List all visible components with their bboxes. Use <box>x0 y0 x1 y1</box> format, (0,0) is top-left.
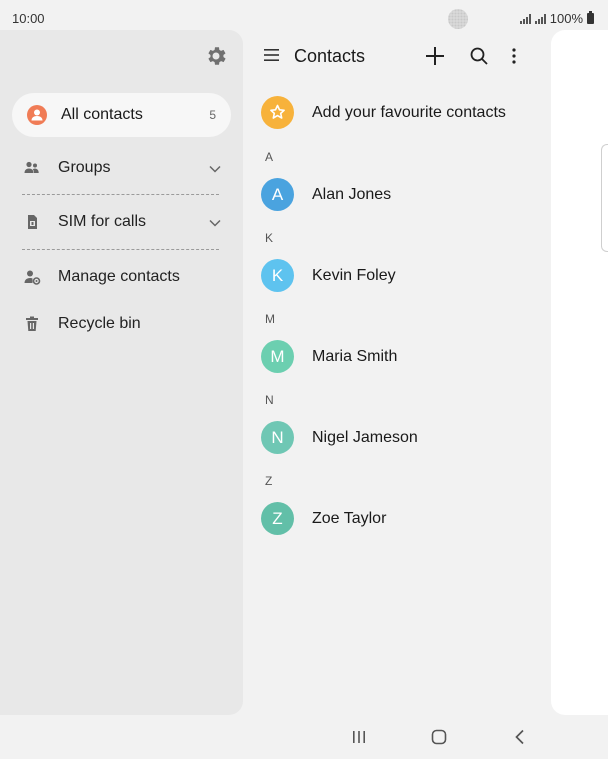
add-icon[interactable] <box>423 44 447 68</box>
signal-icon <box>519 13 531 24</box>
divider <box>22 194 219 195</box>
person-icon <box>27 105 47 125</box>
contact-name: Nigel Jameson <box>312 429 418 446</box>
detail-panel <box>551 30 608 715</box>
sim-icon <box>23 213 41 231</box>
drawer-item-label: Groups <box>58 159 111 176</box>
manage-contacts-icon <box>23 268 41 286</box>
menu-icon[interactable] <box>263 46 281 64</box>
signal-icon <box>534 13 546 24</box>
star-icon <box>261 96 294 129</box>
page-title: Contacts <box>294 46 366 66</box>
contact-row[interactable]: A Alan Jones <box>243 175 551 215</box>
groups-icon <box>23 159 41 177</box>
add-favourites-label: Add your favourite contacts <box>312 104 506 121</box>
status-indicators: 100% <box>519 11 594 26</box>
section-letter: M <box>265 312 275 326</box>
contact-row[interactable]: M Maria Smith <box>243 337 551 377</box>
contact-row[interactable]: N Nigel Jameson <box>243 418 551 458</box>
section-letter: A <box>265 150 274 164</box>
avatar: K <box>261 259 294 292</box>
divider <box>22 249 219 250</box>
status-bar: 10:00 100% <box>0 0 608 32</box>
avatar: Z <box>261 502 294 535</box>
contact-name: Kevin Foley <box>312 267 396 284</box>
drawer-item-groups[interactable]: Groups <box>0 149 243 189</box>
avatar: A <box>261 178 294 211</box>
contact-row[interactable]: K Kevin Foley <box>243 256 551 296</box>
contacts-list-panel: Contacts Add your favourite contacts A A… <box>243 30 551 715</box>
add-favourites-item[interactable]: Add your favourite contacts <box>243 92 551 132</box>
system-nav-bar <box>0 715 608 759</box>
recent-apps-icon[interactable] <box>349 727 369 747</box>
section-letter: K <box>265 231 274 245</box>
chevron-down-icon[interactable] <box>208 162 222 176</box>
contact-name: Maria Smith <box>312 348 398 365</box>
section-letter: Z <box>265 474 273 488</box>
section-letter: N <box>265 393 274 407</box>
avatar: N <box>261 421 294 454</box>
more-icon[interactable] <box>502 44 526 68</box>
contact-row[interactable]: Z Zoe Taylor <box>243 499 551 539</box>
all-contacts-label: All contacts <box>61 106 143 123</box>
contact-name: Zoe Taylor <box>312 510 387 527</box>
battery-icon <box>587 11 594 24</box>
search-icon[interactable] <box>467 44 491 68</box>
drawer-item-label: Recycle bin <box>58 315 141 332</box>
drawer-item-recycle-bin[interactable]: Recycle bin <box>0 305 243 345</box>
avatar: M <box>261 340 294 373</box>
drawer-item-manage-contacts[interactable]: Manage contacts <box>0 258 243 298</box>
trash-icon <box>23 315 41 333</box>
all-contacts-item[interactable]: All contacts 5 <box>12 93 231 137</box>
drawer-item-label: Manage contacts <box>58 268 180 285</box>
home-icon[interactable] <box>429 727 449 747</box>
panel-handle[interactable] <box>601 144 608 252</box>
camera-cutout <box>448 9 468 29</box>
contact-name: Alan Jones <box>312 186 392 203</box>
chevron-down-icon[interactable] <box>208 216 222 230</box>
drawer-item-sim-for-calls[interactable]: SIM for calls <box>0 203 243 243</box>
navigation-drawer: All contacts 5 Groups SIM for calls Mana… <box>0 30 243 715</box>
status-time: 10:00 <box>12 11 45 26</box>
battery-percent: 100% <box>549 11 583 26</box>
drawer-item-label: SIM for calls <box>58 213 147 230</box>
gear-icon[interactable] <box>204 44 228 68</box>
back-icon[interactable] <box>510 727 530 747</box>
all-contacts-count: 5 <box>209 108 216 122</box>
